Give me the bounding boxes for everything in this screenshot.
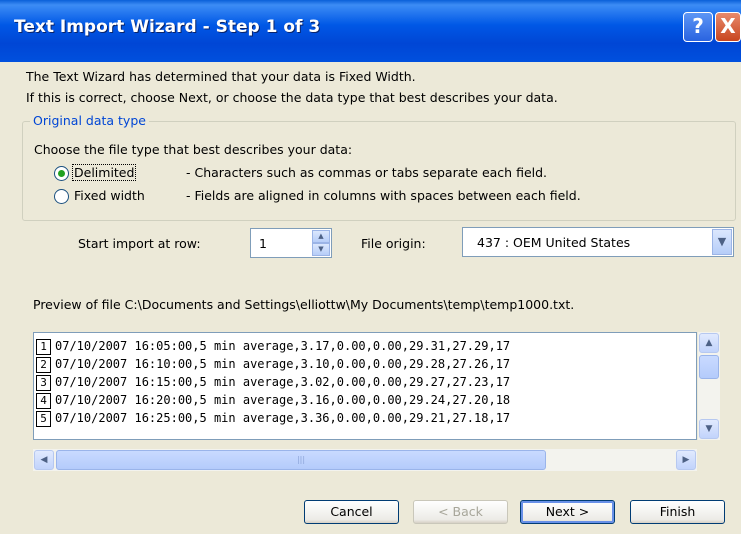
file-origin-value: 437 : OEM United States — [477, 235, 631, 250]
file-origin-label: File origin: — [361, 236, 426, 251]
intro-line-2: If this is correct, choose Next, or choo… — [26, 90, 558, 105]
preview-row-text: 07/10/2007 16:10:00,5 min average,3.10,0… — [55, 357, 511, 371]
preview-row: 2 07/10/2007 16:10:00,5 min average,3.10… — [34, 355, 696, 373]
start-row-value: 1 — [259, 236, 267, 251]
horizontal-scroll-thumb[interactable]: ||| — [56, 450, 546, 470]
vertical-scrollbar[interactable]: ▲ ▼ — [698, 332, 720, 440]
preview-row-text: 07/10/2007 16:15:00,5 min average,3.02,0… — [55, 375, 511, 389]
next-button[interactable]: Next > — [520, 500, 615, 524]
close-button[interactable]: X — [715, 12, 741, 42]
scroll-left-icon[interactable]: ◀ — [34, 450, 54, 470]
preview-row-number: 1 — [36, 339, 51, 355]
spin-down-icon[interactable]: ▼ — [312, 243, 330, 256]
preview-row-text: 07/10/2007 16:05:00,5 min average,3.17,0… — [55, 339, 511, 353]
preview-row: 4 07/10/2007 16:20:00,5 min average,3.16… — [34, 391, 696, 409]
delimited-radio[interactable] — [54, 166, 69, 181]
spin-up-icon[interactable]: ▲ — [312, 230, 330, 243]
text-import-wizard-dialog: Text Import Wizard - Step 1 of 3 ? X The… — [0, 0, 741, 534]
spinner-buttons: ▲ ▼ — [312, 230, 330, 256]
preview-pane[interactable]: 1 07/10/2007 16:05:00,5 min average,3.17… — [33, 332, 697, 440]
cancel-button[interactable]: Cancel — [304, 500, 399, 524]
preview-row-text: 07/10/2007 16:20:00,5 min average,3.16,0… — [55, 393, 511, 407]
preview-label: Preview of file C:\Documents and Setting… — [33, 297, 575, 312]
fixed-width-label[interactable]: Fixed width — [74, 188, 145, 203]
preview-row: 3 07/10/2007 16:15:00,5 min average,3.02… — [34, 373, 696, 391]
preview-row-number: 4 — [36, 393, 51, 409]
file-type-prompt: Choose the file type that best describes… — [34, 142, 353, 157]
back-button[interactable]: < Back — [413, 500, 508, 524]
fixed-width-radio[interactable] — [54, 189, 69, 204]
scroll-right-icon[interactable]: ▶ — [676, 450, 696, 470]
preview-row-number: 3 — [36, 375, 51, 391]
chevron-down-icon[interactable]: ▼ — [712, 229, 732, 255]
group-legend: Original data type — [30, 113, 149, 128]
start-row-spinner[interactable]: 1 ▲ ▼ — [250, 228, 332, 258]
preview-row-number: 5 — [36, 411, 51, 427]
scroll-down-icon[interactable]: ▼ — [699, 419, 719, 439]
finish-button[interactable]: Finish — [630, 500, 725, 524]
radio-selected-dot — [58, 170, 65, 177]
help-button[interactable]: ? — [683, 12, 713, 42]
delimited-description: - Characters such as commas or tabs sepa… — [186, 165, 548, 180]
delimited-label[interactable]: Delimited — [72, 164, 137, 181]
preview-row-text: 07/10/2007 16:25:00,5 min average,3.36,0… — [55, 411, 511, 425]
start-row-label: Start import at row: — [78, 236, 201, 251]
preview-row: 5 07/10/2007 16:25:00,5 min average,3.36… — [34, 409, 696, 427]
preview-row: 1 07/10/2007 16:05:00,5 min average,3.17… — [34, 337, 696, 355]
scroll-up-icon[interactable]: ▲ — [699, 333, 719, 353]
preview-row-number: 2 — [36, 357, 51, 373]
fixed-width-description: - Fields are aligned in columns with spa… — [186, 188, 581, 203]
title-bar[interactable]: Text Import Wizard - Step 1 of 3 ? X — [0, 0, 741, 62]
intro-line-1: The Text Wizard has determined that your… — [26, 69, 416, 84]
vertical-scroll-thumb[interactable] — [699, 355, 719, 379]
file-origin-select[interactable]: 437 : OEM United States ▼ — [462, 227, 734, 257]
window-title: Text Import Wizard - Step 1 of 3 — [14, 17, 321, 37]
horizontal-scrollbar[interactable]: ◀ ||| ▶ — [33, 449, 697, 471]
